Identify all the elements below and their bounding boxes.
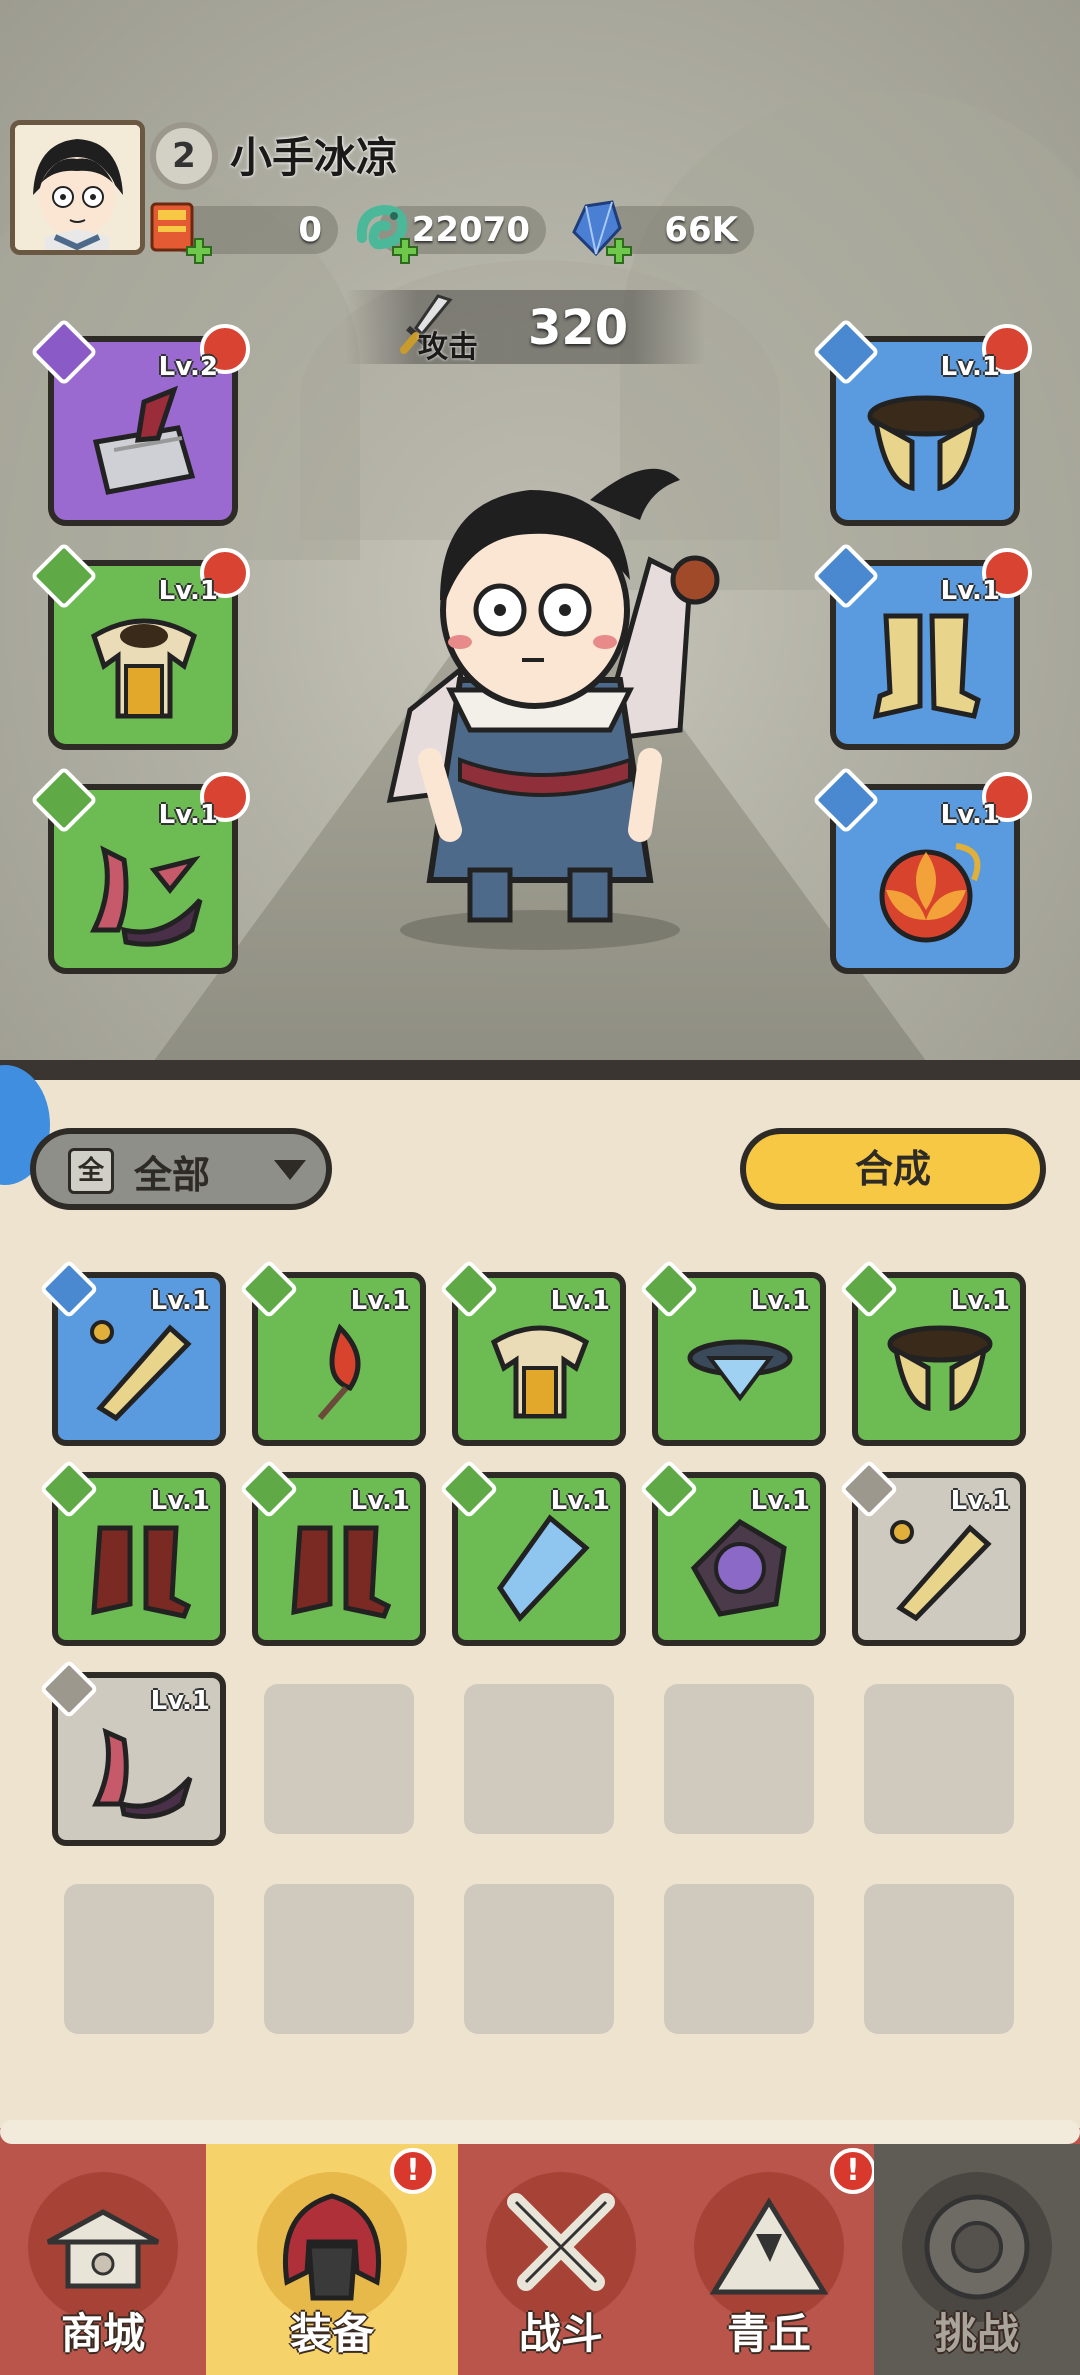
red-boots-icon <box>291 1525 392 1619</box>
equip-slot-armor[interactable]: Lv.1 <box>30 542 250 750</box>
red-lotus-icon <box>879 843 981 943</box>
player-avatar[interactable] <box>10 120 145 255</box>
equip-slot-headband[interactable]: Lv.1 <box>30 766 250 974</box>
ice-pendant-icon <box>496 1514 590 1623</box>
nav-top-edge <box>0 2120 1080 2144</box>
empty-slot[interactable] <box>464 1684 614 1834</box>
inventory-item[interactable]: Lv.1 <box>239 1459 426 1646</box>
inventory-item[interactable]: Lv.1 <box>839 1459 1026 1646</box>
tab-shop-label: 商城 <box>60 2309 145 2358</box>
empty-slot[interactable] <box>264 1884 414 2034</box>
tab-equipment-label: 装备 <box>289 2309 374 2358</box>
equip-slot-boots[interactable]: Lv.1 <box>812 542 1032 750</box>
crystal-gem-icon[interactable] <box>566 198 632 264</box>
tab-battle-label: 战斗 <box>518 2309 603 2358</box>
filter-label: 全部 <box>134 1153 211 1197</box>
empty-slot[interactable] <box>464 1884 614 2034</box>
golden-fan-icon <box>90 1320 192 1422</box>
inventory-item[interactable]: Lv.1 <box>39 1259 226 1446</box>
tab-challenge-label: 挑战 <box>934 2309 1019 2358</box>
inventory-item[interactable]: Lv.1 <box>39 1659 226 1846</box>
hammer-weapon-icon <box>92 385 196 495</box>
add-coupon-icon[interactable] <box>184 236 214 266</box>
chevron-down-icon <box>274 1160 306 1180</box>
player-name: 小手冰凉 <box>230 133 399 182</box>
attack-value: 320 <box>528 300 629 356</box>
horn-headband-icon <box>89 845 203 947</box>
gold-belt-icon <box>887 1325 993 1411</box>
coupon-value: 0 <box>298 210 322 250</box>
jade-value: 22070 <box>411 210 530 250</box>
crystal-value: 66K <box>664 210 738 250</box>
equipment-alert-badge: ! <box>390 2148 436 2194</box>
jade-dragon-icon[interactable] <box>352 198 418 264</box>
equip-slot-weapon[interactable]: Lv.2 <box>30 318 250 526</box>
red-boots-icon <box>91 1525 192 1619</box>
golden-fan-icon <box>890 1520 992 1622</box>
category-filter-dropdown[interactable]: 全 全部 <box>30 1128 332 1210</box>
red-tassel-icon <box>317 1323 361 1420</box>
purple-orb-icon <box>690 1518 787 1617</box>
equip-slot-accessory[interactable]: Lv.1 <box>812 766 1032 974</box>
player-level: 2 <box>172 136 196 176</box>
inventory-item[interactable]: Lv.1 <box>639 1259 826 1446</box>
inventory-item[interactable]: Lv.1 <box>439 1259 626 1446</box>
tab-battle[interactable]: 战斗 <box>458 2144 664 2375</box>
empty-slot[interactable] <box>864 1884 1014 2034</box>
equip-slot-belt[interactable]: Lv.1 <box>812 318 1032 526</box>
inventory-item[interactable]: Lv.1 <box>39 1459 226 1646</box>
player-level-badge: 2 <box>150 122 218 190</box>
tab-qingqiu-label: 青丘 <box>726 2309 811 2358</box>
hero-character <box>386 468 720 950</box>
horn-headband-icon <box>91 1727 193 1819</box>
inventory-item[interactable]: Lv.1 <box>639 1459 826 1646</box>
inventory-item[interactable]: Lv.1 <box>239 1259 426 1446</box>
gold-belt-icon <box>867 395 985 492</box>
empty-slot[interactable] <box>664 1884 814 2034</box>
ice-belt-icon <box>687 1339 793 1402</box>
scene-divider <box>0 1060 1080 1080</box>
filter-glyph: 全 <box>68 1148 114 1194</box>
inventory-item[interactable]: Lv.1 <box>839 1259 1026 1446</box>
empty-slot[interactable] <box>864 1684 1014 1834</box>
golden-boots-icon <box>872 613 981 720</box>
empty-slot[interactable] <box>264 1684 414 1834</box>
inventory-item[interactable]: Lv.1 <box>439 1459 626 1646</box>
golden-armor-icon <box>90 618 198 719</box>
golden-armor-icon <box>490 1325 590 1419</box>
qingqiu-alert-badge: ! <box>830 2148 876 2194</box>
tab-challenge[interactable]: 挑战 <box>874 2144 1080 2375</box>
add-crystal-icon[interactable] <box>604 236 634 266</box>
merge-button[interactable]: 合成 <box>740 1128 1046 1210</box>
empty-slot[interactable] <box>64 1884 214 2034</box>
add-jade-icon[interactable] <box>390 236 420 266</box>
empty-slot[interactable] <box>664 1684 814 1834</box>
scroll-coupon-icon[interactable] <box>146 198 212 264</box>
tab-shop[interactable]: 商城 <box>0 2144 206 2375</box>
attack-label: 攻击 <box>418 330 478 365</box>
